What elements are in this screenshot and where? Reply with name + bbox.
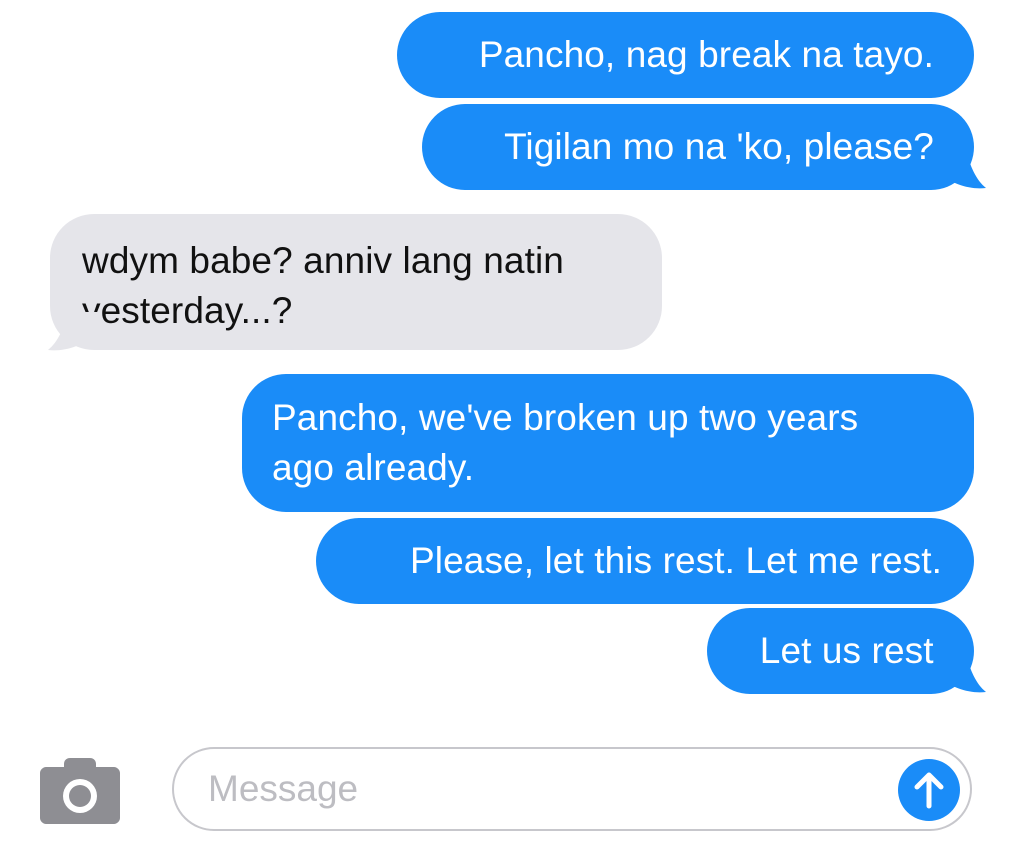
- bubble-tail: [936, 150, 986, 189]
- message-field: [172, 747, 972, 831]
- camera-button[interactable]: [40, 758, 120, 824]
- message-bubble-sent[interactable]: Pancho, nag break na tayo.: [397, 12, 974, 98]
- message-bubble-sent[interactable]: Tigilan mo na 'ko, please?: [422, 104, 974, 190]
- message-text: Pancho, nag break na tayo.: [478, 34, 934, 75]
- message-input[interactable]: [208, 763, 868, 815]
- message-text: Tigilan mo na 'ko, please?: [504, 126, 934, 167]
- bubble-tail: [48, 312, 98, 351]
- message-text: Let us rest.: [759, 630, 944, 671]
- message-bubble-received[interactable]: wdym babe? anniv lang natin yesterday...…: [50, 214, 662, 350]
- message-composer: [0, 730, 1024, 849]
- message-thread: Pancho, nag break na tayo. Tigilan mo na…: [0, 0, 1024, 730]
- message-bubble-sent[interactable]: Pancho, we've broken up two years ago al…: [242, 374, 974, 512]
- message-text: Please, let this rest. Let me rest.: [410, 540, 942, 581]
- arrow-up-icon: [914, 772, 944, 809]
- message-bubble-sent[interactable]: Let us rest.: [707, 608, 974, 694]
- message-text: wdym babe? anniv lang natin: [82, 240, 564, 281]
- camera-icon: [40, 758, 120, 824]
- message-text: yesterday...?: [82, 290, 293, 331]
- message-text: Pancho, we've broken up two years: [272, 397, 859, 438]
- message-text: ago already.: [272, 447, 475, 488]
- message-bubble-sent[interactable]: Please, let this rest. Let me rest.: [316, 518, 974, 604]
- bubble-tail: [936, 654, 986, 693]
- send-button[interactable]: [898, 759, 960, 821]
